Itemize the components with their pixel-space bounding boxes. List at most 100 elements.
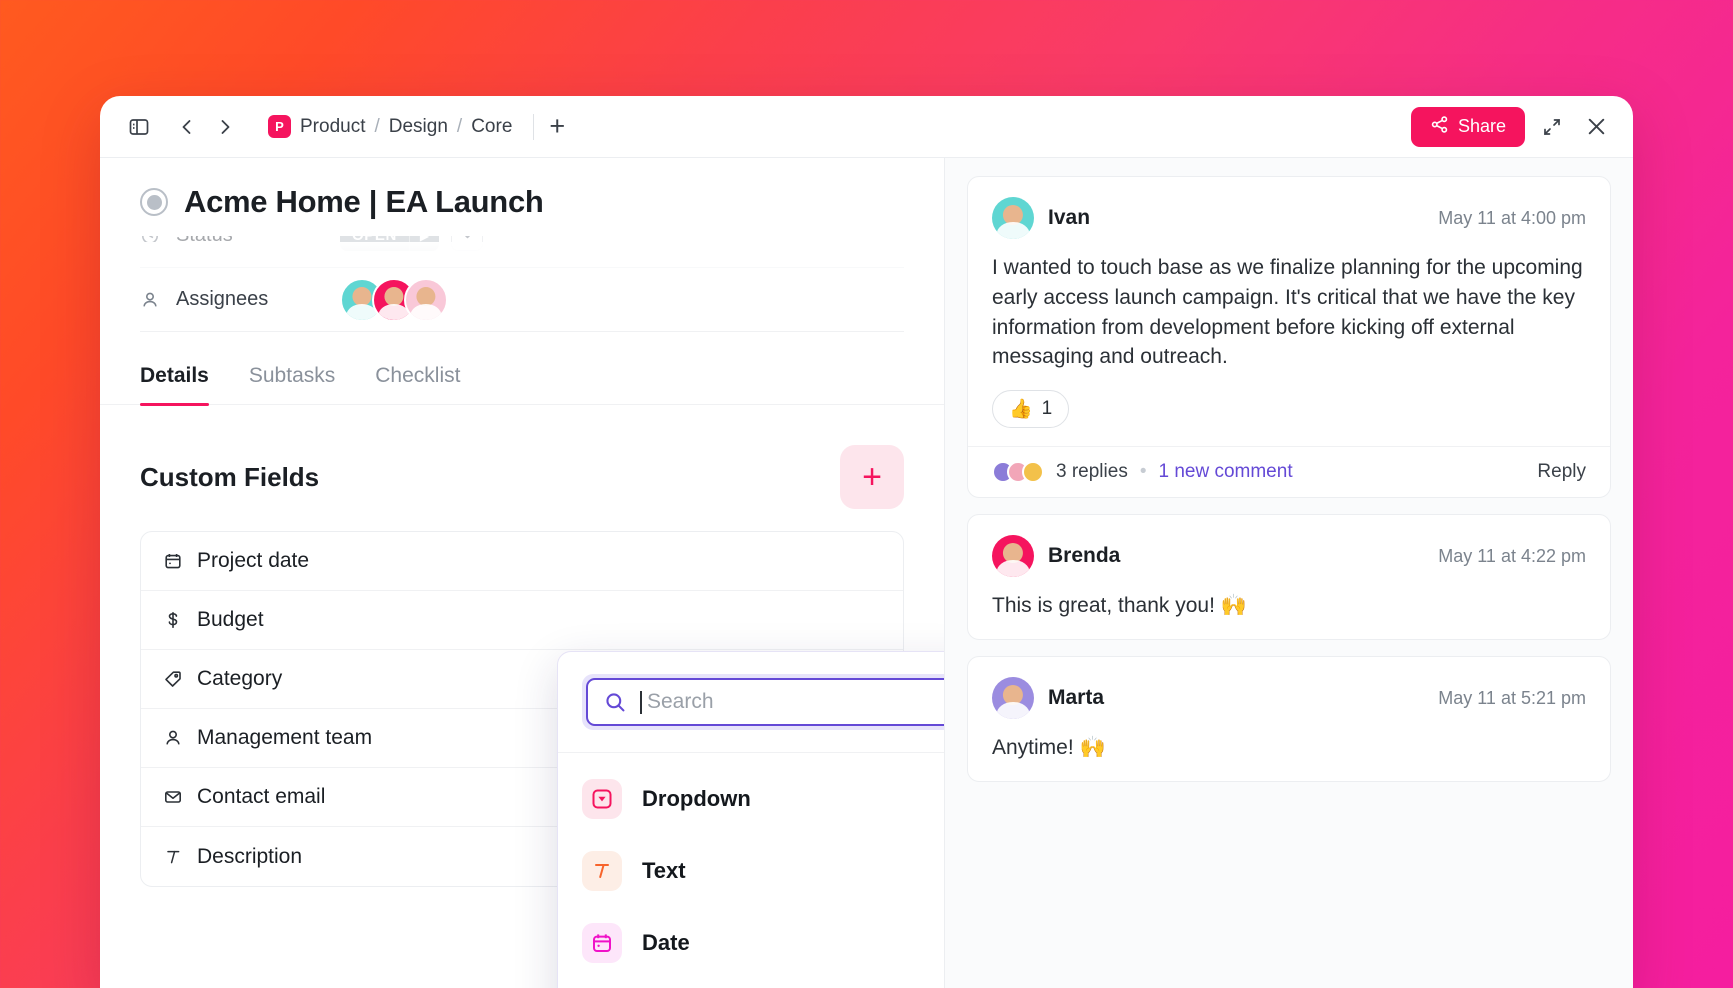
field-type-label: Date (642, 930, 690, 955)
new-comment-link[interactable]: 1 new comment (1158, 461, 1292, 483)
window-topbar: P Product / Design / Core + Share (100, 96, 1633, 158)
reaction-chip[interactable]: 👍 1 (992, 390, 1070, 429)
field-type-options: Dropdown Text Date (558, 753, 944, 988)
new-tab-button[interactable]: + (549, 113, 565, 140)
sidebar-toggle-icon[interactable] (122, 110, 156, 144)
close-icon[interactable] (1579, 110, 1613, 144)
field-type-option-text[interactable]: Text (558, 835, 944, 907)
text-caret (640, 690, 642, 714)
avatar[interactable] (992, 535, 1034, 578)
property-label-assignees: Assignees (140, 288, 340, 311)
breadcrumb-separator: / (374, 115, 380, 137)
avatar (1022, 461, 1044, 484)
custom-fields-title: Custom Fields (140, 461, 320, 492)
field-type-option-dropdown[interactable]: Dropdown (558, 763, 944, 835)
status-circle-icon[interactable] (140, 188, 168, 216)
envelope-icon (163, 787, 197, 807)
comment-header: Marta May 11 at 5:21 pm (992, 677, 1586, 720)
reaction-count: 1 (1041, 398, 1053, 420)
comment-timestamp: May 11 at 5:21 pm (1438, 687, 1586, 708)
comment-header: Ivan May 11 at 4:00 pm (992, 197, 1586, 239)
add-custom-field-button[interactable]: + (840, 445, 904, 509)
page-title: Acme Home | EA Launch (184, 184, 544, 219)
tab-details[interactable]: Details (140, 364, 209, 406)
assignee-avatars[interactable] (340, 277, 448, 322)
task-detail-pane: Acme Home | EA Launch Status OPEN ▶ (100, 158, 945, 988)
field-type-label: Dropdown (642, 786, 751, 811)
field-type-label: Text (642, 858, 686, 883)
comment-body: Ivan May 11 at 4:00 pm I wanted to touch… (968, 177, 1610, 446)
comment-card: Ivan May 11 at 4:00 pm I wanted to touch… (967, 176, 1611, 499)
avatar[interactable] (992, 197, 1034, 239)
comment-timestamp: May 11 at 4:00 pm (1438, 207, 1586, 228)
comment-author: Marta (1048, 686, 1105, 710)
custom-field-label: Budget (197, 608, 264, 631)
custom-field-label: Contact email (197, 785, 326, 808)
field-type-option-date[interactable]: Date (558, 907, 944, 979)
tab-subtasks[interactable]: Subtasks (249, 364, 335, 404)
text-t-icon (582, 851, 622, 891)
breadcrumb-item-core[interactable]: Core (471, 116, 512, 138)
share-button-label: Share (1457, 116, 1506, 136)
property-label-text: Assignees (176, 288, 269, 310)
calendar-icon (582, 923, 622, 963)
search-placeholder: Search (647, 690, 714, 713)
dropdown-icon (582, 779, 622, 819)
custom-field-label: Management team (197, 726, 373, 749)
comments-pane: Ivan May 11 at 4:00 pm I wanted to touch… (945, 158, 1633, 988)
person-icon (140, 290, 160, 310)
search-icon (604, 691, 627, 714)
comment-text: I wanted to touch base as we finalize pl… (992, 256, 1583, 369)
avatar[interactable] (992, 677, 1034, 720)
tab-checklist[interactable]: Checklist (375, 364, 460, 404)
minimize-icon[interactable] (1535, 110, 1569, 144)
comment-text: Anytime! 🙌 (992, 736, 1106, 760)
share-button[interactable]: Share (1410, 106, 1525, 147)
replies-count[interactable]: 3 replies (1056, 461, 1128, 483)
tag-icon (163, 669, 197, 689)
custom-field-label: Project date (197, 549, 310, 572)
comment-footer: 3 replies • 1 new comment Reply (968, 446, 1610, 497)
breadcrumb: P Product / Design / Core + (268, 113, 565, 140)
field-type-popup: Search Dropdown Text Date (557, 651, 944, 988)
breadcrumb-item-product[interactable]: Product (300, 116, 365, 138)
search-focus-ring: Search (582, 674, 944, 730)
comment-author: Brenda (1048, 544, 1121, 568)
back-icon[interactable] (170, 110, 204, 144)
workspace-logo-icon: P (268, 115, 291, 138)
footer-separator: • (1139, 461, 1147, 483)
breadcrumb-item-design[interactable]: Design (389, 116, 448, 138)
thumbs-up-icon: 👍 (1009, 399, 1033, 421)
search-input[interactable]: Search (586, 678, 944, 726)
comment-author: Ivan (1048, 206, 1091, 229)
custom-field-label: Description (197, 844, 303, 868)
avatar[interactable] (404, 277, 448, 322)
share-nodes-icon (1430, 115, 1449, 139)
reply-avatars (992, 461, 1044, 484)
detail-tabs: Details Subtasks Checklist (100, 364, 944, 406)
custom-field-row-project-date[interactable]: Project date (141, 532, 903, 591)
text-t-icon (163, 847, 197, 867)
comment-header: Brenda May 11 at 4:22 pm (992, 535, 1586, 578)
comment-timestamp: May 11 at 4:22 pm (1438, 545, 1586, 566)
breadcrumb-divider (533, 113, 535, 140)
forward-icon[interactable] (208, 110, 242, 144)
comment-card: Brenda May 11 at 4:22 pm This is great, … (967, 514, 1611, 641)
comment-body: Marta May 11 at 5:21 pm Anytime! 🙌 (968, 657, 1610, 781)
breadcrumb-separator: / (456, 115, 463, 137)
custom-field-label: Category (197, 667, 283, 690)
calendar-icon (163, 551, 197, 571)
person-icon (163, 728, 197, 748)
field-type-option-text-area[interactable]: Text area (558, 979, 944, 988)
popup-search-area: Search (558, 652, 944, 753)
comment-card: Marta May 11 at 5:21 pm Anytime! 🙌 (967, 656, 1611, 782)
reply-button[interactable]: Reply (1537, 461, 1586, 483)
comment-body: Brenda May 11 at 4:22 pm This is great, … (968, 515, 1610, 639)
property-row-assignees[interactable]: Assignees (140, 268, 904, 332)
custom-field-row-budget[interactable]: Budget (141, 591, 903, 650)
history-nav (170, 110, 242, 144)
scroll-fade-overlay (100, 242, 944, 268)
comment-text: This is great, thank you! 🙌 (992, 594, 1247, 618)
custom-fields-header: Custom Fields + (100, 405, 944, 509)
dollar-icon (163, 610, 197, 630)
